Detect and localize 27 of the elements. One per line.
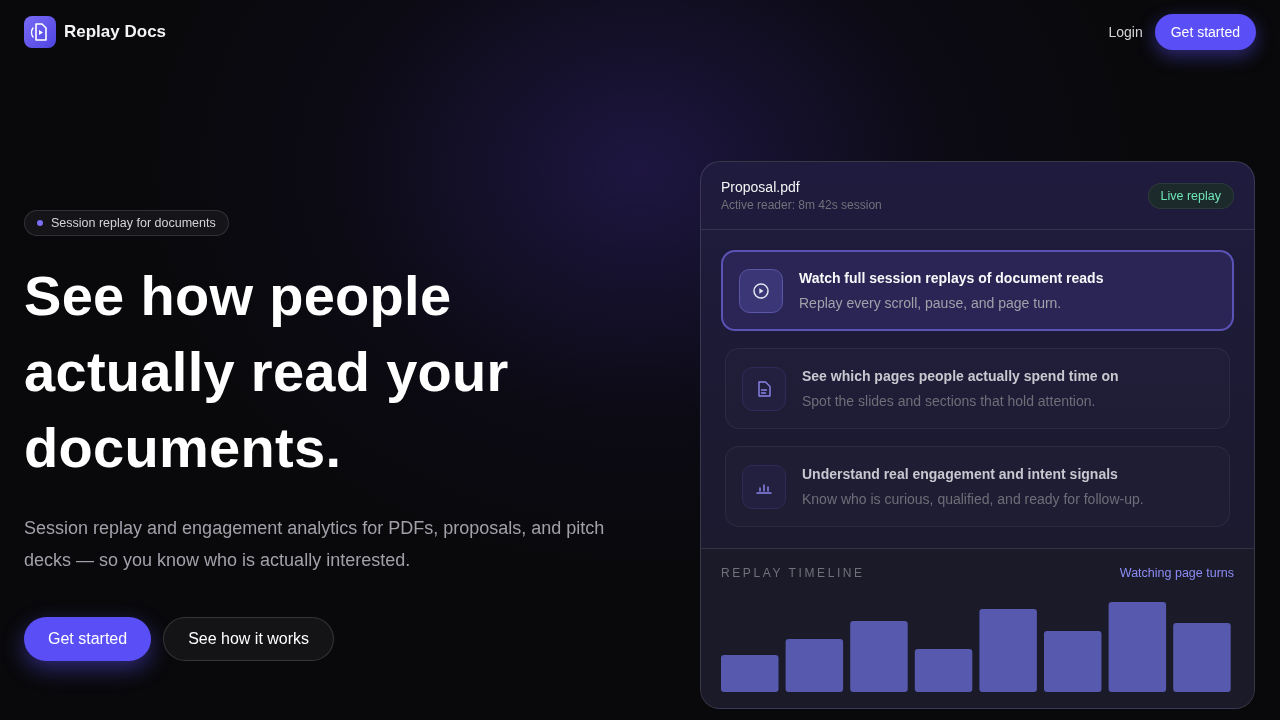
- cta-button[interactable]: Get started: [1154, 14, 1256, 50]
- feature-description: Replay every scroll, pause, and page turn.: [799, 295, 1063, 311]
- dot-icon: [37, 219, 43, 226]
- session-info: Active reader: 8m 42s session: [721, 198, 882, 212]
- feature-description: Know who is curious, qualified, and ready for follow-up.: [802, 491, 1144, 507]
- badge-text: Session replay for documents: [51, 215, 216, 230]
- hero-heading: See how people actually read your documents.: [24, 262, 510, 481]
- timeline-title: REPLAY TIMELINE: [721, 566, 865, 580]
- file-name: Proposal.pdf: [721, 179, 801, 195]
- document-icon: [742, 366, 786, 411]
- feature-card[interactable]: Understand real engagement and intent signals Know who is curious, qualified, and ready for follow-up.: [725, 446, 1230, 527]
- feature-description: Spot the slides and sections that hold attention.: [802, 393, 1097, 409]
- bar-chart-icon: [742, 464, 786, 509]
- feature-card[interactable]: See which pages people actually spend time on Spot the slides and sections that hold attention.: [725, 348, 1230, 429]
- secondary-button[interactable]: See how it works: [163, 616, 335, 661]
- feature-card[interactable]: Watch full session replays of document reads Replay every scroll, pause, and page turn.: [721, 250, 1234, 331]
- primary-button[interactable]: Get started: [24, 616, 152, 661]
- status-pill: Live replay: [1147, 182, 1234, 209]
- timeline-status: Watching page turns: [1119, 566, 1234, 580]
- hero-description: Session replay and engagement analytics for PDFs, proposals, and pitch decks — so you know who is actually interested.: [24, 516, 606, 572]
- play-icon: [739, 268, 783, 313]
- feature-title: See which pages people actually spend time on: [802, 368, 1119, 384]
- brand-name: Replay Docs: [64, 22, 167, 42]
- feature-title: Understand real engagement and intent signals: [802, 466, 1119, 482]
- logo-icon: [24, 16, 56, 48]
- login-link[interactable]: Login: [1108, 20, 1143, 44]
- feature-title: Watch full session replays of document reads: [799, 270, 1104, 286]
